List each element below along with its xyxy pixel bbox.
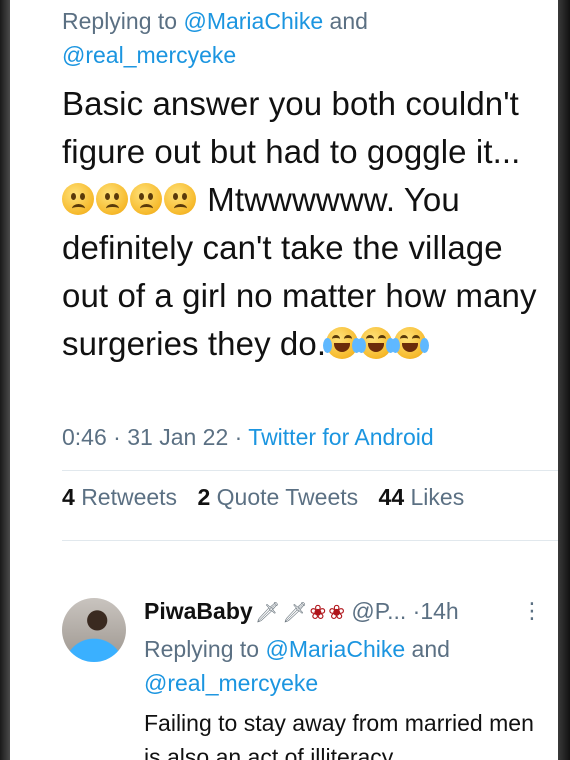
reply-replying-to-line: Replying to @MariaChike and @real_mercye… (144, 632, 544, 700)
retweets-count: 4 (62, 484, 75, 510)
more-options-icon[interactable]: ⋮ (521, 598, 543, 624)
mention-link-mariachike[interactable]: @MariaChike (183, 8, 323, 34)
replying-and: and (411, 636, 450, 662)
quote-tweets-stat[interactable]: 2 Quote Tweets (197, 484, 358, 510)
photo-edge-left (0, 0, 10, 760)
dagger-icon: 🗡 (282, 602, 308, 624)
retweets-label: Retweets (81, 484, 178, 510)
tears-of-joy-icon (357, 327, 396, 359)
meta-separator: · (234, 424, 243, 450)
replying-to-line: Replying to @MariaChike and @real_mercye… (62, 4, 532, 72)
rose-icon: ❀ (328, 602, 345, 624)
confused-face-icon (130, 183, 162, 215)
reply-text: Failing to stay away from married men is… (144, 710, 534, 760)
tweet-text-part-1: Basic answer you both couldn't figure ou… (62, 85, 521, 170)
reply-header: PiwaBaby 🗡 🗡 ❀ ❀ @P... ·14h ⋮ (144, 598, 549, 625)
reply-display-name[interactable]: PiwaBaby (144, 598, 253, 624)
likes-stat[interactable]: 44 Likes (379, 484, 465, 510)
mention-link-mariachike[interactable]: @MariaChike (265, 636, 405, 662)
likes-label: Likes (410, 484, 465, 510)
quote-tweets-count: 2 (197, 484, 211, 510)
divider (62, 540, 558, 541)
reply-tweet[interactable]: PiwaBaby 🗡 🗡 ❀ ❀ @P... ·14h ⋮ Replying to @M… (10, 580, 558, 760)
tears-of-joy-icon (323, 327, 362, 359)
confused-face-icon (62, 183, 94, 215)
mention-link-real-mercyeke[interactable]: @real_mercyeke (62, 42, 236, 68)
reply-handle[interactable]: @P... (351, 598, 406, 624)
divider (62, 470, 558, 471)
replying-prefix: Replying to (62, 8, 178, 34)
tweet-meta: 0:46 · 31 Jan 22 · Twitter for Android (62, 424, 434, 451)
rose-icon: ❀ (309, 602, 327, 624)
mention-link-real-mercyeke[interactable]: @real_mercyeke (144, 670, 318, 696)
confused-face-icon (164, 183, 196, 215)
quote-tweets-label: Quote Tweets (216, 484, 359, 510)
confused-face-icon (96, 183, 128, 215)
dagger-icon: 🗡 (254, 602, 281, 624)
tweet-time[interactable]: 0:46 (62, 424, 107, 450)
tweet-date[interactable]: 31 Jan 22 (127, 424, 228, 450)
avatar[interactable] (62, 598, 126, 662)
tweet-text: Basic answer you both couldn't figure ou… (62, 80, 544, 368)
replying-prefix: Replying to (144, 636, 260, 662)
reply-time[interactable]: 14h (420, 598, 458, 624)
tweet-detail-view: Replying to @MariaChike and @real_mercye… (10, 0, 558, 760)
tweet-stats: 4 Retweets 2 Quote Tweets 44 Likes (62, 484, 478, 511)
retweets-stat[interactable]: 4 Retweets (62, 484, 177, 510)
tweet-source-link[interactable]: Twitter for Android (248, 424, 433, 450)
replying-and: and (329, 8, 368, 34)
meta-separator: · (113, 424, 121, 450)
likes-count: 44 (378, 484, 405, 510)
tears-of-joy-icon (391, 327, 430, 359)
photo-edge-right (558, 0, 570, 760)
